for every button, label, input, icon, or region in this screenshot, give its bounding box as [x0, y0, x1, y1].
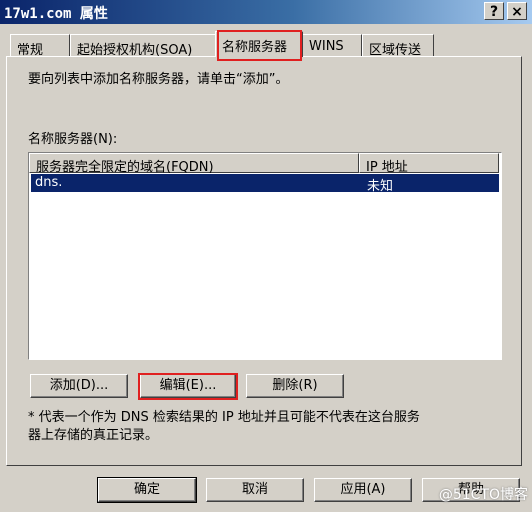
row-fqdn: dns. [35, 175, 63, 190]
name-servers-list[interactable]: 服务器完全限定的域名(FQDN) IP 地址 dns. 未知 [28, 152, 502, 360]
row-ip: 未知 [367, 179, 394, 194]
footnote-line-1: * 代表一个作为 DNS 检索结果的 IP 地址并且可能不代表在这台服务 [28, 410, 420, 425]
delete-button[interactable]: 删除(R) [246, 374, 344, 398]
instruction-text: 要向列表中添加名称服务器，请单击“添加”。 [28, 72, 289, 87]
name-servers-label: 名称服务器(N): [28, 132, 118, 147]
column-header-ip[interactable]: IP 地址 [359, 153, 499, 175]
tab-general[interactable]: 常规 [10, 34, 70, 58]
apply-button[interactable]: 应用(A) [314, 478, 412, 502]
tab-zone-transfers[interactable]: 区域传送 [362, 34, 434, 58]
tab-wins[interactable]: WINS [302, 34, 362, 56]
tab-soa[interactable]: 起始授权机构(SOA) [70, 34, 218, 58]
cancel-button[interactable]: 取消 [206, 478, 304, 502]
watermark: @51CTO博客 [438, 487, 528, 503]
close-icon[interactable]: × [507, 2, 527, 20]
tab-name-servers[interactable]: 名称服务器 [215, 31, 303, 57]
add-button[interactable]: 添加(D)... [30, 374, 128, 398]
title-bar: 17w1.com 属性 ? × [0, 0, 532, 24]
column-header-fqdn[interactable]: 服务器完全限定的域名(FQDN) [29, 153, 359, 175]
list-item[interactable]: dns. 未知 [31, 174, 499, 194]
help-icon[interactable]: ? [484, 2, 504, 20]
edit-button[interactable]: 编辑(E)... [140, 374, 236, 398]
ok-button[interactable]: 确定 [97, 477, 197, 503]
window-title: 17w1.com 属性 [4, 6, 108, 22]
footnote-line-2: 器上存储的真正记录。 [28, 428, 159, 443]
